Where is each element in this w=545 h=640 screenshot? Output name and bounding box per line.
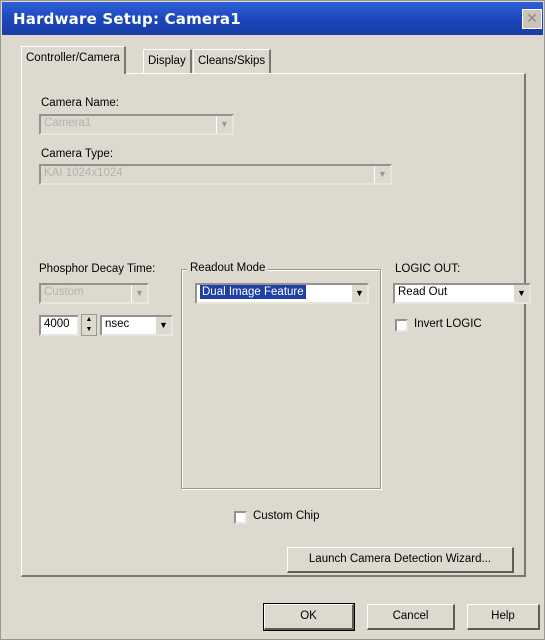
dropdown-arrow-icon: ▼ [374,166,390,183]
logic-out-dropdown[interactable]: Read Out ▼ [393,283,531,304]
phosphor-time-input[interactable]: 4000 [39,315,79,336]
custom-chip-label: Custom Chip [253,510,320,522]
phosphor-unit-value: nsec [105,318,130,330]
tab-cleans-skips[interactable]: Cleans/Skips [193,49,272,73]
help-button[interactable]: Help [467,604,540,630]
logic-out-value: Read Out [398,286,448,298]
dropdown-arrow-icon: ▼ [155,317,171,334]
spin-down-icon[interactable]: ▼ [82,325,96,335]
camera-type-value: KAI 1024x1024 [44,167,123,179]
camera-name-dropdown[interactable]: Camera1 ▼ [39,114,234,135]
phosphor-time-value: 4000 [44,318,70,330]
camera-name-value: Camera1 [44,117,92,129]
title-bar: Hardware Setup: Camera1 ✕ [2,2,543,35]
camera-name-label: Camera Name: [41,97,119,109]
tab-display[interactable]: Display [143,49,192,73]
ok-button[interactable]: OK [263,603,355,631]
spin-arrows-icon[interactable]: ▲ ▼ [81,314,97,336]
dropdown-arrow-icon: ▼ [216,116,232,133]
readout-mode-value: Dual Image Feature [200,285,306,299]
dropdown-arrow-icon: ▼ [131,285,147,302]
dropdown-arrow-icon: ▼ [513,285,529,302]
close-icon[interactable]: ✕ [522,9,542,29]
invert-logic-checkbox[interactable] [395,319,408,332]
phosphor-decay-label: Phosphor Decay Time: [39,263,156,275]
launch-camera-detection-wizard-button[interactable]: Launch Camera Detection Wizard... [287,547,514,573]
readout-mode-dropdown[interactable]: Dual Image Feature ▼ [195,283,369,304]
phosphor-mode-value: Custom [44,286,84,298]
camera-type-dropdown[interactable]: KAI 1024x1024 ▼ [39,164,392,185]
phosphor-unit-dropdown[interactable]: nsec ▼ [100,315,173,336]
hardware-setup-dialog: Hardware Setup: Camera1 ✕ Controller/Cam… [0,0,545,640]
logic-out-label: LOGIC OUT: [395,263,461,275]
invert-logic-label: Invert LOGIC [414,318,482,330]
window-title: Hardware Setup: Camera1 [13,10,241,28]
camera-type-label: Camera Type: [41,148,114,160]
cancel-button[interactable]: Cancel [367,604,455,630]
dropdown-arrow-icon: ▼ [351,285,367,302]
phosphor-mode-dropdown[interactable]: Custom ▼ [39,283,149,304]
readout-mode-label: Readout Mode [187,262,269,274]
spin-up-icon[interactable]: ▲ [82,315,96,325]
custom-chip-checkbox[interactable] [234,511,247,524]
tab-controller-camera[interactable]: Controller/Camera [21,46,126,74]
